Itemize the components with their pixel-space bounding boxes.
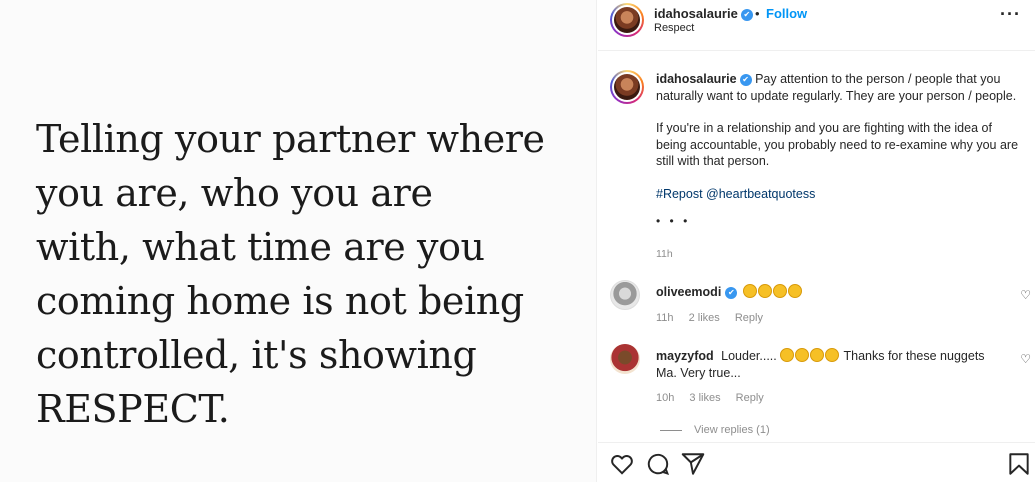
post-quote: Telling your partner where you are, who … [36, 112, 576, 436]
comment-time: 11h [656, 312, 674, 324]
quote-line: with, what time are you [36, 225, 485, 269]
verified-icon: ✔ [739, 73, 752, 86]
reply-button[interactable]: Reply [736, 392, 764, 404]
comment-avatar[interactable] [610, 280, 640, 310]
quote-line: RESPECT. [36, 387, 230, 431]
caption-text: idahosalaurie ✔ Pay attention to the pers… [656, 71, 1020, 202]
action-bar [598, 442, 1035, 482]
comment-meta: 11h 2 likes Reply [656, 312, 775, 324]
reply-button[interactable]: Reply [735, 312, 763, 324]
comment-username[interactable]: oliveemodi [656, 285, 721, 299]
quote-line: controlled, it's showing [36, 333, 477, 377]
heart-icon[interactable] [609, 451, 635, 477]
comment-heart-icon[interactable]: ♡ [1020, 352, 1031, 366]
comment-likes[interactable]: 2 likes [689, 312, 720, 324]
caption-paragraph-2: If you're in a relationship and you are … [656, 121, 1019, 168]
comment-meta: 10h 3 likes Reply [656, 392, 776, 404]
post-image[interactable]: Telling your partner where you are, who … [0, 0, 597, 482]
caption-timestamp[interactable]: 11h [656, 248, 673, 260]
replies-divider [660, 429, 682, 431]
clapping-hands-icon [758, 284, 773, 298]
clapping-hands-icon [825, 348, 840, 362]
comment-icon[interactable] [645, 451, 671, 477]
verified-icon: ✔ [725, 286, 738, 299]
quote-line: Telling your partner where [36, 117, 545, 161]
quote-line: coming home is not being [36, 279, 524, 323]
comment-body-start: Louder..... [721, 349, 777, 363]
verified-icon: ✔ [740, 8, 753, 21]
comment-heart-icon[interactable]: ♡ [1020, 288, 1031, 302]
clapping-hands-icon [780, 348, 795, 362]
more-options-icon[interactable]: ··· [1000, 4, 1021, 25]
clapping-hands-icon [795, 348, 810, 362]
caption-hashtags[interactable]: #Repost @heartbeatquotess [656, 186, 1020, 203]
comment-username[interactable]: mayzyfod [656, 349, 714, 363]
post-sidebar: idahosalaurie ✔ • Follow Respect ··· idah… [598, 0, 1035, 482]
comment-avatar[interactable] [610, 344, 640, 374]
header-username[interactable]: idahosalaurie ✔ [654, 6, 753, 21]
bookmark-icon[interactable] [1006, 451, 1032, 477]
quote-line: you are, who you are [36, 171, 433, 215]
comment-text: oliveemodi ✔ [656, 284, 1006, 301]
separator-dot: • [755, 6, 760, 21]
follow-button[interactable]: Follow [766, 6, 807, 21]
post-header: idahosalaurie ✔ • Follow Respect ··· [598, 0, 1035, 51]
clapping-hands-icon [743, 284, 758, 298]
comment-text: mayzyfod Louder..... Thanks for these nu… [656, 348, 1006, 382]
paper-plane-icon[interactable] [680, 451, 706, 477]
comment-time: 10h [656, 392, 675, 404]
caption-username[interactable]: idahosalaurie [656, 72, 737, 86]
comment-likes[interactable]: 3 likes [689, 392, 720, 404]
clapping-hands-icon [773, 284, 788, 298]
clapping-hands-icon [788, 284, 803, 298]
caption-avatar[interactable] [610, 70, 644, 104]
post-location[interactable]: Respect [654, 22, 694, 34]
clapping-hands-icon [810, 348, 825, 362]
avatar[interactable] [610, 3, 644, 37]
caption-more-dots[interactable]: • • • [656, 214, 690, 228]
view-replies-button[interactable]: View replies (1) [660, 424, 770, 436]
